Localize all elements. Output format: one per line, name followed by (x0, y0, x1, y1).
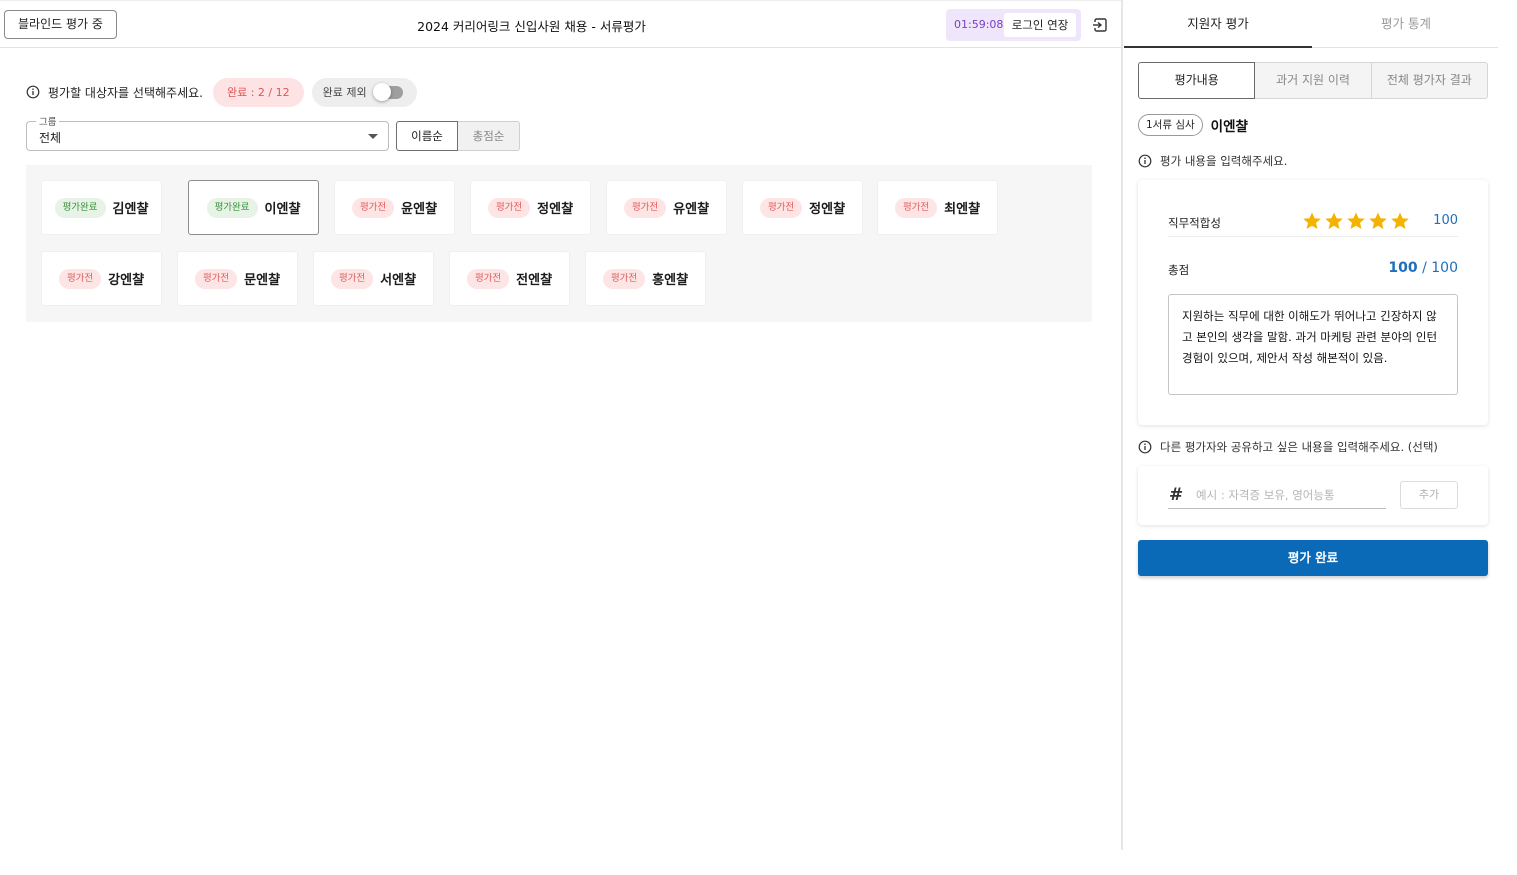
candidate-list-area: 블라인드 평가 중 2024 커리어링크 신입사원 채용 - 서류평가 01:5… (0, 0, 1121, 850)
toggle-switch[interactable] (372, 82, 403, 101)
info-icon (1138, 154, 1152, 168)
status-badge: 평가전 (602, 268, 646, 289)
candidate-card[interactable]: 평가완료 이엔챨 (188, 180, 319, 235)
chevron-down-icon (368, 134, 378, 139)
candidate-card[interactable]: 평가전 유엔챨 (606, 180, 727, 235)
candidate-name: 홍엔챨 (652, 273, 689, 288)
evaluation-hint: 평가 내용을 입력해주세요. (1138, 153, 1287, 169)
candidate-card[interactable]: 평가전 최엔챨 (877, 180, 998, 235)
panel-divider (1121, 0, 1123, 850)
exclude-label: 완료 제외 (322, 86, 367, 99)
add-tag-button[interactable]: 추가 (1400, 481, 1458, 509)
status-badge: 평가전 (330, 268, 374, 289)
hashtag-icon: # (1169, 485, 1184, 505)
candidate-card[interactable]: 평가전 윤엔챨 (334, 180, 455, 235)
status-badge: 평가완료 (206, 197, 258, 218)
extend-login-button[interactable]: 로그인 연장 (1004, 13, 1076, 37)
group-value: 전체 (39, 131, 62, 145)
candidate-name: 정엔챨 (537, 202, 574, 217)
candidate-name: 이엔챨 (1210, 119, 1248, 135)
timer-text: 01:59:08 (954, 18, 1004, 31)
star-icon[interactable] (1390, 211, 1410, 231)
candidate-card[interactable]: 평가전 강엔챨 (41, 251, 162, 306)
candidate-name: 강엔챨 (108, 273, 145, 288)
candidate-name: 최엔챨 (944, 202, 981, 217)
session-timer: 01:59:08 로그인 연장 (946, 9, 1081, 41)
status-badge: 평가전 (894, 197, 938, 218)
group-select[interactable]: 그룹 전체 (26, 114, 389, 151)
star-rating[interactable] (1300, 211, 1410, 231)
candidate-name: 이엔챨 (264, 202, 301, 217)
candidate-name: 윤엔챨 (401, 202, 438, 217)
candidate-cards-grid: 평가완료 김엔챨 평가완료 이엔챨 평가전 윤엔챨 평가전 정엔챨 평가전 유엔챨 평가전 정엔챨 평가… (26, 165, 1092, 322)
exclude-completed-toggle[interactable]: 완료 제외 (311, 77, 417, 107)
top-bar: 블라인드 평가 중 2024 커리어링크 신입사원 채용 - 서류평가 01:5… (0, 0, 1121, 48)
info-icon (1138, 440, 1152, 454)
candidate-card[interactable]: 평가전 정엔챨 (742, 180, 863, 235)
status-badge: 평가전 (759, 197, 803, 218)
status-badge: 평가완료 (54, 197, 106, 218)
star-icon[interactable] (1368, 211, 1388, 231)
share-hint: 다른 평가자와 공유하고 싶은 내용을 입력해주세요. (선택) (1138, 439, 1438, 455)
evaluation-comment-textarea[interactable]: 지원하는 직무에 대한 이해도가 뛰어나고 긴장하지 않고 본인의 생각을 말함… (1168, 294, 1458, 395)
total-score-max: / 100 (1422, 260, 1458, 276)
sort-toggle-group: 이름순 총점순 (396, 121, 520, 151)
criterion-label: 직무적합성 (1168, 216, 1221, 230)
candidate-card[interactable]: 평가전 서엔챨 (313, 251, 434, 306)
star-icon[interactable] (1346, 211, 1366, 231)
subtab-all-evaluator-results[interactable]: 전체 평가자 결과 (1371, 62, 1488, 99)
evaluation-hint-text: 평가 내용을 입력해주세요. (1160, 154, 1288, 168)
total-score-row: 총점 100 / 100 (1168, 259, 1458, 281)
candidate-name: 김엔챨 (112, 202, 149, 217)
selection-info-row: 평가할 대상자를 선택해주세요. 완료 : 2 / 12 완료 제외 (26, 77, 417, 107)
toggle-knob (372, 82, 391, 101)
info-icon (26, 85, 40, 99)
candidate-name: 유엔챨 (673, 202, 710, 217)
star-icon[interactable] (1324, 211, 1344, 231)
evaluation-panel: 지원자 평가 평가 통계 평가내용 과거 지원 이력 전체 평가자 결과 1서류… (1124, 0, 1498, 850)
tab-applicant-evaluation[interactable]: 지원자 평가 (1124, 0, 1312, 48)
panel-tabs: 지원자 평가 평가 통계 (1124, 0, 1498, 48)
candidate-card[interactable]: 평가전 전엔챨 (449, 251, 570, 306)
criterion-row: 직무적합성 100 (1168, 207, 1458, 237)
stage-chip: 1서류 심사 (1138, 114, 1203, 136)
status-badge: 평가전 (194, 268, 238, 289)
sort-by-name-button[interactable]: 이름순 (396, 121, 458, 151)
sort-by-score-button[interactable]: 총점순 (458, 121, 520, 151)
candidate-card[interactable]: 평가완료 김엔챨 (41, 180, 162, 235)
group-label: 그룹 (36, 114, 60, 128)
tag-input-card: # 추가 (1138, 466, 1488, 525)
evaluation-card: 직무적합성 100 총점 100 / 100 지원하는 직무에 대한 이해도가 … (1138, 180, 1488, 425)
status-badge: 평가전 (58, 268, 102, 289)
share-hint-text: 다른 평가자와 공유하고 싶은 내용을 입력해주세요. (선택) (1160, 440, 1438, 454)
candidate-header: 1서류 심사 이엔챨 (1138, 114, 1248, 136)
logout-icon[interactable] (1091, 16, 1109, 34)
candidate-name: 문엔챨 (244, 273, 281, 288)
total-label: 총점 (1168, 263, 1190, 277)
complete-evaluation-button[interactable]: 평가 완료 (1138, 540, 1488, 576)
subtab-evaluation-content[interactable]: 평가내용 (1138, 62, 1256, 99)
candidate-name: 전엔챨 (516, 273, 553, 288)
evaluation-subtabs: 평가내용 과거 지원 이력 전체 평가자 결과 (1138, 62, 1488, 99)
criterion-score: 100 (1433, 213, 1458, 228)
status-badge: 평가전 (487, 197, 531, 218)
subtab-past-applications[interactable]: 과거 지원 이력 (1255, 62, 1372, 99)
completed-count-badge: 완료 : 2 / 12 (212, 77, 304, 107)
candidate-name: 서엔챨 (380, 273, 417, 288)
page-title: 2024 커리어링크 신입사원 채용 - 서류평가 (417, 19, 646, 34)
status-badge: 평가전 (623, 197, 667, 218)
status-badge: 평가전 (466, 268, 510, 289)
total-score: 100 / 100 (1388, 260, 1458, 276)
candidate-card[interactable]: 평가전 문엔챨 (177, 251, 298, 306)
tag-input[interactable] (1168, 481, 1386, 509)
status-badge: 평가전 (351, 197, 395, 218)
total-score-value: 100 (1388, 260, 1418, 276)
candidate-name: 정엔챨 (809, 202, 846, 217)
candidate-card[interactable]: 평가전 정엔챨 (470, 180, 591, 235)
candidate-card[interactable]: 평가전 홍엔챨 (585, 251, 706, 306)
instruction-text: 평가할 대상자를 선택해주세요. (48, 85, 203, 100)
tab-evaluation-statistics[interactable]: 평가 통계 (1312, 0, 1500, 48)
star-icon[interactable] (1302, 211, 1322, 231)
